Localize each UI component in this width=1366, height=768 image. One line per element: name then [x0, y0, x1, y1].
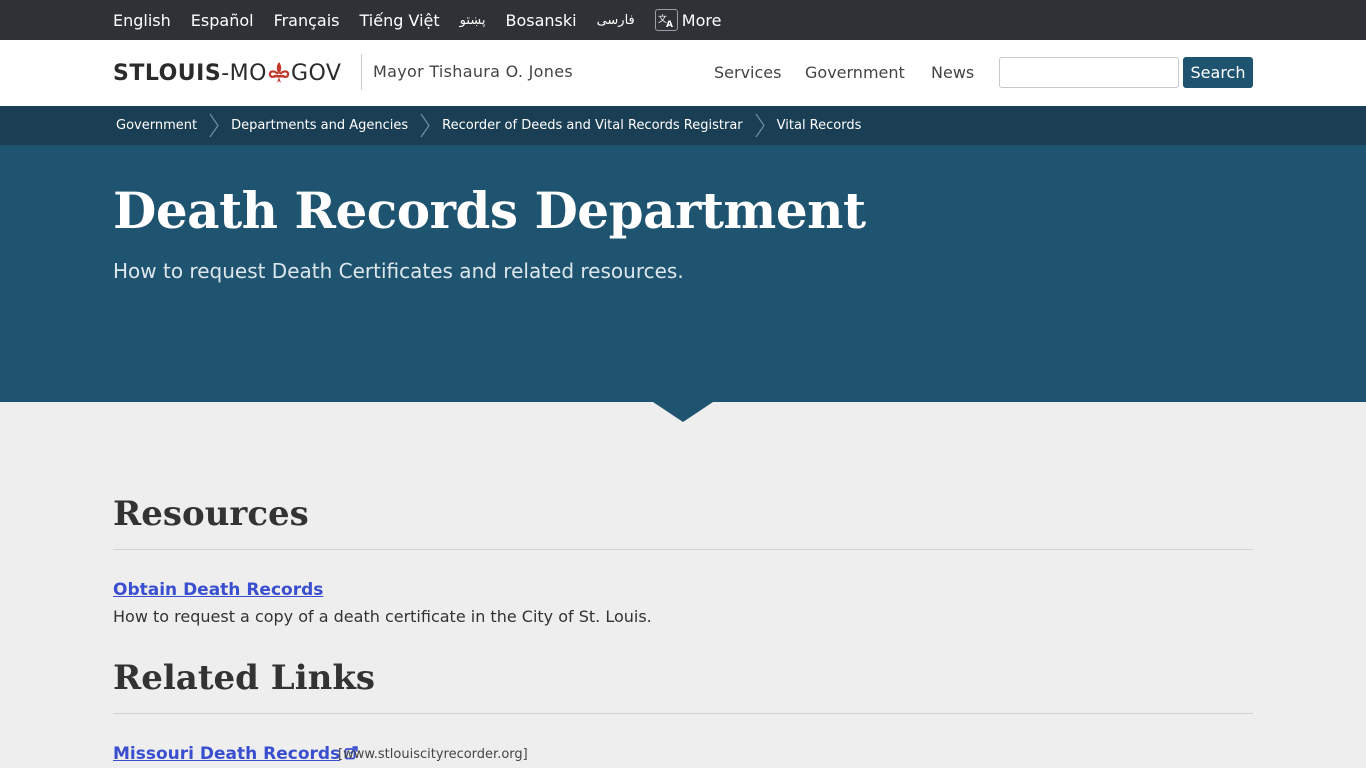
breadcrumb-list: Government Departments and Agencies Reco… — [116, 106, 861, 145]
page-hero: Death Records Department How to request … — [0, 145, 1366, 402]
lang-vietnamese[interactable]: Tiếng Việt — [360, 11, 440, 30]
fleur-de-lis-icon — [268, 61, 290, 85]
search-input[interactable] — [999, 57, 1179, 88]
breadcrumb-recorder[interactable]: Recorder of Deeds and Vital Records Regi… — [442, 118, 743, 133]
breadcrumb-vital-records[interactable]: Vital Records — [777, 118, 862, 133]
nav-news[interactable]: News — [931, 63, 974, 82]
nav-services[interactable]: Services — [714, 63, 781, 82]
related-links-heading: Related Links — [113, 658, 376, 698]
logo-text-mo: -MO — [221, 60, 267, 86]
hero-notch — [653, 402, 713, 422]
site-logo[interactable]: STLOUIS -MO GOV — [113, 58, 341, 88]
obtain-death-records-link[interactable]: Obtain Death Records — [113, 580, 323, 600]
header-divider — [361, 54, 362, 90]
obtain-death-records-description: How to request a copy of a death certifi… — [113, 607, 652, 626]
missouri-death-records-link[interactable]: Missouri Death Records — [113, 744, 358, 764]
chevron-right-icon — [207, 106, 221, 145]
logo-text-gov: GOV — [290, 60, 342, 86]
svg-text:A: A — [666, 20, 673, 28]
missouri-death-records-label: Missouri Death Records — [113, 744, 341, 764]
chevron-right-icon — [753, 106, 767, 145]
more-label: More — [681, 10, 722, 30]
lang-pashto[interactable]: پښتو — [460, 13, 486, 28]
lang-bosanski[interactable]: Bosanski — [505, 11, 576, 30]
related-links-divider — [113, 713, 1253, 714]
search-button[interactable]: Search — [1183, 57, 1253, 88]
breadcrumb: Government Departments and Agencies Reco… — [0, 106, 1366, 145]
resources-heading: Resources — [113, 494, 309, 534]
lang-english[interactable]: English — [113, 11, 171, 30]
breadcrumb-departments[interactable]: Departments and Agencies — [231, 118, 408, 133]
breadcrumb-government[interactable]: Government — [116, 118, 197, 133]
missouri-death-records-domain: [www.stlouiscityrecorder.org] — [338, 747, 528, 762]
language-list: English Español Français Tiếng Việt پښتو… — [113, 0, 721, 40]
mayor-name: Mayor Tishaura O. Jones — [373, 62, 573, 81]
page-title: Death Records Department — [113, 181, 866, 240]
lang-francais[interactable]: Français — [274, 11, 340, 30]
translate-icon: 文 A — [654, 9, 678, 31]
logo-text-stlouis: STLOUIS — [113, 60, 222, 86]
site-header: STLOUIS -MO GOV Mayor Tishaura O. Jones … — [0, 40, 1366, 106]
resources-divider — [113, 549, 1253, 550]
more-languages-button[interactable]: 文 A More — [654, 9, 722, 31]
page-subtitle: How to request Death Certificates and re… — [113, 259, 684, 283]
lang-espanol[interactable]: Español — [191, 11, 254, 30]
chevron-right-icon — [418, 106, 432, 145]
language-bar: English Español Français Tiếng Việt پښتو… — [0, 0, 1366, 40]
nav-government[interactable]: Government — [805, 63, 905, 82]
lang-farsi[interactable]: فارسی — [597, 13, 635, 28]
